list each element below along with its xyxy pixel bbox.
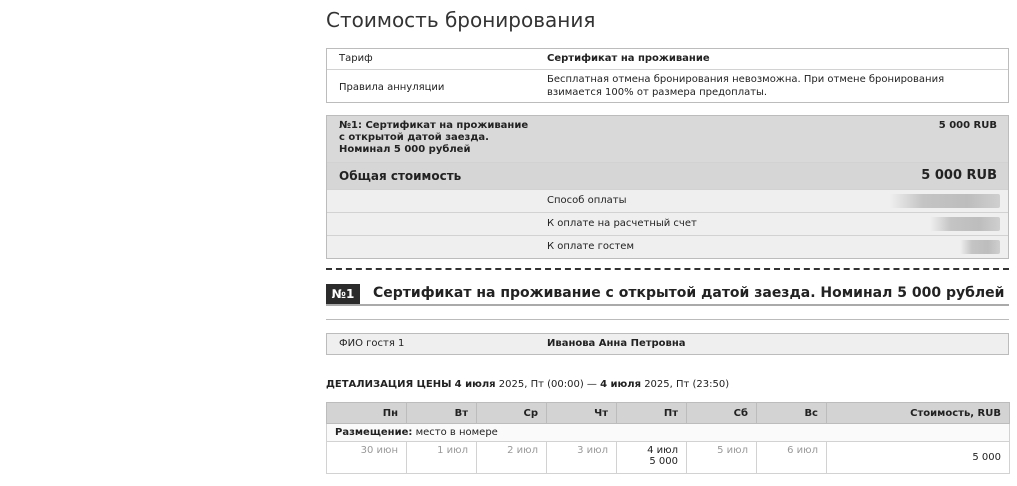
guest-row: ФИО гостя 1 Иванова Анна Петровна (327, 334, 1008, 354)
room-number-tag: №1 (326, 284, 360, 304)
payment-method-row: Способ оплаты (327, 190, 1008, 213)
price-detail-table: Пн Вт Ср Чт Пт Сб Вс Стоимость, RUB Разм… (326, 402, 1010, 474)
col-wed: Ср (476, 402, 547, 424)
room-title: Сертификат на проживание с открытой дато… (373, 285, 1005, 301)
placement-cell: Размещение: место в номере (326, 423, 1010, 442)
cancellation-label: Правила аннуляции (339, 82, 445, 93)
col-tue: Вт (406, 402, 477, 424)
item-line-2: с открытой датой заезда. (339, 132, 489, 143)
col-mon: Пн (326, 402, 407, 424)
price-detail-heading: ДЕТАЛИЗАЦИЯ ЦЕНЫ 4 июля 2025, Пт (00:00)… (326, 379, 729, 390)
day-cell-mon: 30 июн (326, 441, 407, 474)
cost-box: №1: Сертификат на проживание с открытой … (326, 115, 1009, 259)
detail-to-date: 4 июля (600, 379, 642, 390)
tariff-row: Тариф Сертификат на проживание (327, 49, 1008, 70)
pay-to-account-value-hidden (930, 217, 1000, 231)
row-total-cost: 5 000 (826, 441, 1010, 474)
guest-box: ФИО гостя 1 Иванова Анна Петровна (326, 333, 1009, 355)
table-row: 30 июн 1 июл 2 июл 3 июл 4 июл 5 000 5 и… (326, 441, 1010, 474)
day-cell-fri: 4 июл 5 000 (616, 441, 687, 474)
guest-label: ФИО гостя 1 (339, 338, 405, 349)
day-cell-sun: 6 июл (756, 441, 827, 474)
tariff-box: Тариф Сертификат на проживание Правила а… (326, 48, 1009, 103)
section-divider (326, 319, 1009, 320)
pay-by-guest-label: К оплате гостем (547, 241, 635, 252)
room-title-underline (326, 304, 1009, 306)
item-line-1: №1: Сертификат на проживание (339, 120, 529, 131)
placement-row: Размещение: место в номере (326, 423, 1010, 442)
cancellation-value: Бесплатная отмена бронирования невозможн… (547, 74, 945, 98)
pay-by-guest-value-hidden (960, 240, 1000, 254)
total-value: 5 000 RUB (921, 168, 997, 183)
day-cell-tue: 1 июл (406, 441, 477, 474)
col-cost: Стоимость, RUB (826, 402, 1010, 424)
table-header-row: Пн Вт Ср Чт Пт Сб Вс Стоимость, RUB (326, 402, 1010, 424)
payment-method-value-hidden (890, 194, 1000, 208)
day-cell-thu: 3 июл (546, 441, 617, 474)
detail-heading-label: ДЕТАЛИЗАЦИЯ ЦЕНЫ (326, 379, 452, 390)
guest-name: Иванова Анна Петровна (547, 338, 686, 349)
total-row: Общая стоимость 5 000 RUB (327, 163, 1008, 190)
pay-by-guest-row: К оплате гостем (327, 236, 1008, 258)
item-line-3: Номинал 5 000 рублей (339, 144, 471, 155)
day-cell-sat: 5 июл (686, 441, 757, 474)
page-title: Стоимость бронирования (326, 8, 596, 32)
cancellation-row: Правила аннуляции Бесплатная отмена брон… (327, 70, 1008, 102)
detail-from-date: 4 июля (454, 379, 496, 390)
col-sat: Сб (686, 402, 757, 424)
tariff-value: Сертификат на проживание (547, 53, 710, 64)
pay-to-account-row: К оплате на расчетный счет (327, 213, 1008, 236)
active-day-price: 5 000 (649, 456, 678, 467)
placement-value: место в номере (415, 427, 498, 438)
col-sun: Вс (756, 402, 827, 424)
placement-label: Размещение: (335, 427, 413, 438)
item-description: №1: Сертификат на проживание с открытой … (327, 116, 567, 162)
dashed-divider (326, 268, 1009, 270)
detail-to-rest: 2025, Пт (23:50) (641, 379, 730, 390)
item-row: №1: Сертификат на проживание с открытой … (327, 116, 1008, 163)
detail-from-rest: 2025, Пт (00:00) — (495, 379, 601, 390)
col-thu: Чт (546, 402, 617, 424)
col-fri: Пт (616, 402, 687, 424)
tariff-label: Тариф (339, 53, 373, 64)
total-label: Общая стоимость (339, 169, 462, 183)
active-day-date: 4 июл (647, 445, 678, 456)
day-cell-wed: 2 июл (476, 441, 547, 474)
item-price: 5 000 RUB (938, 120, 997, 131)
